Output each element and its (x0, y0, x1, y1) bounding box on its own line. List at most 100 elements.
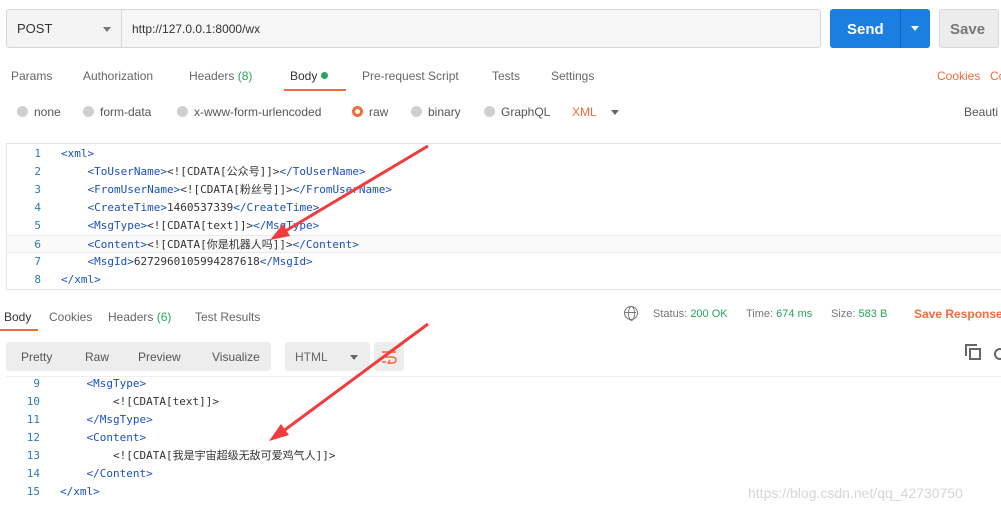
radio-binary[interactable]: binary (411, 105, 461, 119)
xml-value: <![CDATA[text]]> (147, 219, 254, 232)
code-text: <ToUserName><![CDATA[公众号]]></ToUserName> (61, 163, 366, 181)
resp-tab-headers-label: Headers (108, 310, 154, 324)
line-number: 3 (34, 183, 41, 196)
view-pretty[interactable]: Pretty (21, 350, 52, 364)
radio-none[interactable]: none (17, 105, 61, 119)
radio-graphql[interactable]: GraphQL (484, 105, 550, 119)
code-line: 1 <xml> (7, 145, 1001, 163)
view-visualize[interactable]: Visualize (212, 350, 260, 364)
xml-value: <![CDATA[我是宇宙超级无敌可爱鸡气人]]> (112, 449, 336, 462)
xml-open-tag: </MsgType> (86, 413, 153, 426)
line-number: 15 (26, 485, 40, 498)
time-label: Time: (746, 308, 774, 320)
copy-icon[interactable] (965, 344, 981, 360)
tab-settings[interactable]: Settings (551, 69, 594, 83)
code-text: <Content><![CDATA[你是机器人吗]]></Content> (61, 236, 359, 254)
code-text: <FromUserName><![CDATA[粉丝号]]></FromUserN… (61, 181, 393, 199)
radio-raw[interactable]: raw (352, 105, 388, 119)
tab-headers-count: (8) (237, 69, 253, 83)
code-line: 12 <Content> (6, 429, 1001, 447)
resp-tab-cookies[interactable]: Cookies (49, 310, 92, 324)
line-number: 13 (26, 449, 40, 462)
radio-circle-icon (177, 106, 188, 117)
line-number: 12 (26, 431, 40, 444)
size-readout: Size: 583 B (831, 308, 887, 320)
response-view-bar: Pretty Raw Preview Visualize HTML (6, 342, 1001, 372)
resp-tab-body[interactable]: Body (4, 310, 31, 324)
code-text: <MsgType> (60, 377, 147, 393)
radio-binary-label: binary (428, 105, 461, 119)
xml-value: 1460537339 (166, 201, 234, 214)
code-line: 4 <CreateTime>1460537339</CreateTime> (7, 199, 1001, 217)
code-text: <Content> (60, 429, 147, 447)
xml-open-tag: <FromUserName> (87, 183, 181, 196)
radio-form-data-label: form-data (100, 105, 152, 119)
radio-urlencoded[interactable]: x-www-form-urlencoded (177, 105, 321, 119)
radio-circle-icon (484, 106, 495, 117)
code-link[interactable]: Co (990, 69, 1001, 83)
xml-close-tag: </ToUserName> (279, 165, 366, 178)
view-mode-segment: Pretty Raw Preview Visualize (6, 342, 271, 371)
tab-authorization[interactable]: Authorization (83, 69, 153, 83)
body-format-select[interactable]: XML (572, 105, 619, 119)
time-value: 674 ms (776, 308, 813, 320)
code-line: 13 <![CDATA[我是宇宙超级无敌可爱鸡气人]]> (6, 447, 1001, 465)
radio-circle-icon (83, 106, 94, 117)
send-button[interactable]: Send (830, 9, 930, 48)
tab-tests[interactable]: Tests (492, 69, 520, 83)
wrap-lines-button[interactable] (374, 342, 404, 371)
status-readout: Status: 200 OK (653, 308, 728, 320)
xml-open-tag: </xml> (60, 485, 100, 498)
send-divider (900, 9, 901, 48)
xml-open-tag: </xml> (61, 273, 101, 286)
line-number: 14 (26, 467, 40, 480)
view-raw[interactable]: Raw (85, 350, 109, 364)
xml-value: <![CDATA[粉丝号]]> (180, 183, 293, 196)
dropdown-caret-icon (103, 27, 111, 32)
url-input[interactable]: http://127.0.0.1:8000/wx (121, 9, 821, 48)
send-options-caret-icon[interactable] (911, 26, 919, 31)
tab-body[interactable]: Body (290, 69, 329, 83)
xml-open-tag: <MsgType> (86, 377, 147, 390)
response-format-select[interactable]: HTML (285, 342, 370, 371)
search-icon[interactable] (994, 348, 1001, 360)
xml-open-tag: <Content> (87, 238, 148, 251)
tab-prerequest-script[interactable]: Pre-request Script (362, 69, 459, 83)
body-format-value: XML (572, 105, 597, 119)
resp-tab-test-results[interactable]: Test Results (195, 310, 260, 324)
code-line: 10 <![CDATA[text]]> (6, 393, 1001, 411)
wrap-lines-icon (382, 351, 397, 364)
request-body-editor[interactable]: 1 <xml> 2 <ToUserName><![CDATA[公众号]]></ToU… (6, 143, 1001, 290)
line-number: 1 (34, 147, 41, 160)
code-text: <![CDATA[我是宇宙超级无敌可爱鸡气人]]> (60, 447, 335, 465)
code-text: </xml> (61, 271, 101, 289)
globe-icon[interactable] (624, 306, 638, 321)
size-value: 583 B (858, 308, 888, 320)
cookies-link[interactable]: Cookies (937, 69, 980, 83)
request-bar: POST http://127.0.0.1:8000/wx Send Save (6, 9, 1001, 49)
beautify-link[interactable]: Beauti (964, 105, 998, 119)
radio-urlencoded-label: x-www-form-urlencoded (194, 105, 322, 119)
send-label: Send (847, 21, 884, 38)
code-line: 5 <MsgType><![CDATA[text]]></MsgType> (7, 217, 1001, 235)
line-number: 10 (26, 395, 40, 408)
code-text: </Content> (60, 465, 153, 483)
radio-circle-icon (17, 106, 28, 117)
code-text: <![CDATA[text]]> (60, 393, 219, 411)
method-select[interactable]: POST (6, 9, 122, 48)
xml-value: <![CDATA[你是机器人吗]]> (147, 238, 293, 251)
save-button[interactable]: Save (939, 9, 999, 48)
tab-headers[interactable]: Headers (8) (189, 69, 252, 83)
xml-open-tag: <MsgId> (87, 255, 134, 268)
radio-form-data[interactable]: form-data (83, 105, 151, 119)
time-readout: Time: 674 ms (746, 308, 812, 320)
resp-tab-headers[interactable]: Headers (6) (108, 310, 171, 324)
tab-params[interactable]: Params (11, 69, 52, 83)
view-preview[interactable]: Preview (138, 350, 181, 364)
save-response-button[interactable]: Save Response (914, 307, 1001, 321)
code-text: <xml> (61, 145, 94, 163)
